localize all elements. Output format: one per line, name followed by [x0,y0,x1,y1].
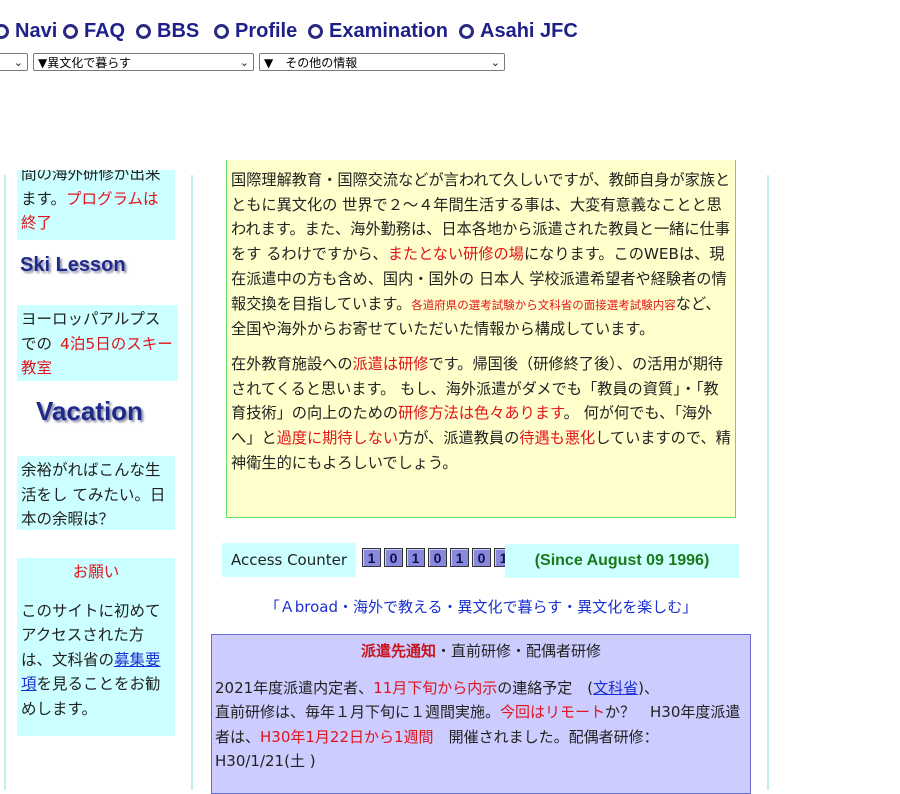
radio-ring-icon [214,23,229,39]
radio-ring-icon [308,23,323,39]
program-box: 間の海外研修が出来 ます。プログラムは終了 [17,170,175,240]
program-text: 間の海外研修が出来 ます。プログラムは終了 [21,170,171,236]
intro-small-highlight: 各道府県の選考試験から文科省の面接選考試験内容 [411,297,676,312]
mext-link[interactable]: 文科省 [593,679,638,697]
nav-label: Asahi JFC [480,19,578,42]
column-divider [191,175,193,790]
nav-label: Profile [235,19,298,42]
select-menu-1[interactable]: ⌄ [0,53,28,71]
radio-ring-icon [136,23,151,39]
notice-text: の連絡予定 ( [497,678,594,697]
nav-label: BBS [157,19,200,42]
vacation-text: 余裕がればこんな生活をし てみたい。日本の余暇は？ [21,461,166,528]
ski-lesson-heading: Ski Lesson [20,254,126,276]
column-divider [767,175,769,790]
since-date-label: (Since August 09 1996) [505,544,739,578]
notice-title: 派遣先通知・直前研修・配偶者研修 [215,639,747,664]
access-counter-label: Access Counter [222,543,356,577]
counter-digit: 0 [384,548,403,567]
onegai-text: を見ることをお勧めします。 [21,675,161,718]
counter-digit: 1 [406,548,425,567]
intro-highlight: 派遣は研修 [352,354,429,373]
radio-ring-icon [63,23,78,39]
nav-item-profile[interactable]: Profile [214,18,297,44]
nav-item-navi[interactable]: Navi [0,18,57,44]
counter-digit: 0 [472,548,491,567]
notice-highlight: 今回はリモート [500,703,606,721]
program-line: ます。 [21,189,66,208]
nav-item-bbs[interactable]: BBS [136,18,199,44]
nav-label: Navi [15,19,58,42]
ski-box: ヨーロッパアルプスでの 4泊5日のスキー教室 [17,305,178,381]
select-menu-ibunka[interactable]: ▼異文化で暮らす ⌄ [33,53,254,71]
radio-ring-icon [459,23,474,39]
counter-digit: 1 [450,548,469,567]
intro-highlight: 待遇も悪化 [519,429,596,448]
onegai-box: お願い このサイトに初めてアクセスされた方は、文科省の募集要項を見ることをお勧め… [17,558,175,736]
radio-ring-icon [0,23,9,39]
intro-highlight: またとない研修の場 [387,245,524,264]
top-nav: Navi FAQ BBS Profile Examination Asahi J… [0,0,900,71]
intro-text: 在外教育施設への [231,354,353,373]
nav-item-faq[interactable]: FAQ [63,18,125,44]
nav-label: Examination [329,19,448,42]
intro-highlight: 研修方法は色々あります [398,404,564,423]
notice-title-highlight: 派遣先通知 [360,642,436,660]
onegai-title: お願い [72,563,120,581]
notice-highlight: 11月下旬から内示 [373,678,498,697]
notice-highlight: H30年1月22日から1週間 [260,727,434,746]
notice-body: 2021年度派遣内定者、11月下旬から内示の連絡予定 (文科省)、 直前研修は、… [215,676,747,774]
intro-paragraph: 国際理解教育・国際交流などが言われて久しいですが、教師自身が家族とともに異文化の… [231,168,731,342]
notice-text: 直前研修は、毎年１月下旬に１週間実施。 [215,703,501,721]
counter-digit: 0 [428,548,447,567]
chevron-down-icon: ⌄ [239,56,249,69]
vacation-heading: Vacation [36,396,143,426]
notice-text: )、 [638,678,660,697]
select-menu-other[interactable]: ▼ その他の情報 ⌄ [259,53,505,71]
chevron-down-icon: ⌄ [490,56,500,69]
nav-item-examination[interactable]: Examination [308,18,448,44]
notice-title-text: ・直前研修・配偶者研修 [436,642,602,660]
intro-paragraph: 在外教育施設への派遣は研修です。帰国後（研修終了後）、の活用が期待されてくると思… [231,352,731,476]
site-tagline: 「Ａbroad・海外で教える・異文化で暮らす・異文化を楽しむ」 [264,598,698,616]
access-counter-digits: 1 0 1 0 1 0 1 [362,548,516,567]
intro-highlight: 過度に期待しない [276,429,399,448]
notice-text: 2021年度派遣内定者、 [215,678,374,697]
select-value: ▼異文化で暮らす [38,55,131,70]
intro-text: 方が、派遣教員の [398,429,520,448]
vacation-box: 余裕がればこんな生活をし てみたい。日本の余暇は？ [17,456,175,530]
counter-digit: 1 [362,548,381,567]
select-value: ▼ その他の情報 [264,55,358,70]
dispatch-notice-box: 派遣先通知・直前研修・配偶者研修 2021年度派遣内定者、11月下旬から内示の連… [211,634,751,794]
nav-item-asahi-jfc[interactable]: Asahi JFC [459,18,578,44]
intro-box: 国際理解教育・国際交流などが言われて久しいですが、教師自身が家族とともに異文化の… [226,160,736,518]
chevron-down-icon: ⌄ [13,56,23,69]
column-divider [4,175,6,790]
program-line: 間の海外研修が出来 [21,170,161,183]
nav-label: FAQ [84,19,126,42]
